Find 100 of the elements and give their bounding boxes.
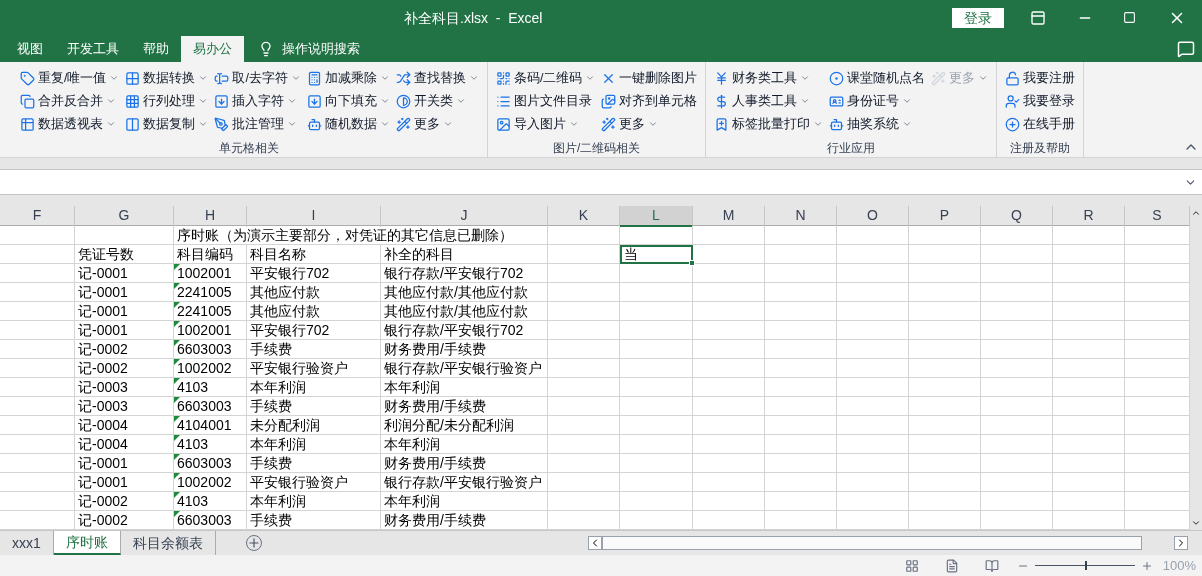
table-cell [765, 378, 837, 398]
page-break-icon[interactable] [984, 558, 999, 573]
table-cell: 本年利润 [381, 492, 548, 512]
table-cell: 平安银行验资户 [247, 473, 381, 493]
ribbon-button[interactable]: 插入字符 [212, 89, 303, 113]
ribbon-button[interactable]: 图片文件目录 [493, 89, 598, 113]
table-cell [909, 378, 981, 398]
table-cell: 银行存款/平安银行验资户 [381, 473, 548, 493]
ribbon-button[interactable]: 向下填充 [304, 89, 392, 113]
table-cell [909, 340, 981, 360]
table-cell: 银行存款/平安银行702 [381, 321, 548, 341]
arrow-down-icon [214, 93, 230, 109]
ribbon-button[interactable]: 标签批量打印 [712, 112, 826, 136]
table-cell [693, 283, 765, 303]
table-cell [765, 435, 837, 455]
tell-me-field[interactable]: 操作说明搜索 [258, 35, 360, 62]
table-cell [981, 340, 1053, 360]
group-label: 注册及帮助 [1009, 139, 1072, 157]
table-cell [1053, 416, 1125, 436]
table-cell [548, 492, 620, 512]
ribbon-button[interactable]: 数据复制 [123, 112, 211, 136]
table-cell: 记-0001 [75, 302, 174, 322]
ribbon-button[interactable]: 重复/唯一值 [18, 66, 122, 90]
table-cell: 6603003 [174, 454, 247, 474]
zoom-in-icon[interactable] [1140, 559, 1153, 572]
group-label: 单元格相关 [218, 139, 281, 157]
zoom-slider[interactable] [1034, 560, 1135, 571]
table-cell: 其他应付款 [247, 302, 381, 322]
ribbon-button[interactable]: 我要注册 [1003, 66, 1078, 90]
table-cell: 利润分配/未分配利润 [381, 416, 548, 436]
column-header[interactable]: I [247, 206, 381, 228]
table-cell [548, 359, 620, 379]
table-cell: 财务费用/手续费 [381, 340, 548, 360]
login-button[interactable]: 登录 [952, 7, 1004, 28]
table-cell [1053, 454, 1125, 474]
zoom-thumb[interactable] [1084, 561, 1087, 571]
column-header[interactable]: L [620, 206, 693, 228]
menu-tab[interactable]: 视图 [5, 35, 55, 62]
sheet-title: 序时账（为演示主要部分，对凭证的其它信息已删除） [174, 226, 548, 246]
table-cell: 记-0003 [75, 378, 174, 398]
table-cell [765, 340, 837, 360]
ribbon-button[interactable]: 随机数据 [304, 112, 392, 136]
table-cell [909, 435, 981, 455]
column-header[interactable]: R [1053, 206, 1125, 228]
column-header[interactable]: G [75, 206, 174, 228]
ribbon-button[interactable]: 对齐到单元格 [599, 89, 700, 113]
scroll-right-icon[interactable] [1174, 536, 1188, 551]
ribbon-button[interactable]: 开关类 [393, 89, 481, 113]
ribbon-button[interactable]: 身份证号 [827, 89, 928, 113]
ribbon-button[interactable]: 人事类工具 [712, 89, 826, 113]
table-cell: 手续费 [247, 454, 381, 474]
ribbon-button[interactable]: 一键删除图片 [599, 66, 700, 90]
menu-tab[interactable]: 开发工具 [55, 35, 131, 62]
table-cell: 6603003 [174, 397, 247, 417]
sheet-tab[interactable]: 序时账 [53, 531, 121, 556]
column-header[interactable]: Q [981, 206, 1053, 228]
ribbon-button[interactable]: 更多 [393, 112, 481, 136]
ribbon-button[interactable]: 在线手册 [1003, 112, 1078, 136]
ribbon-button[interactable]: 我要登录 [1003, 89, 1078, 113]
table-cell [693, 416, 765, 436]
column-header[interactable]: F [0, 206, 75, 228]
ribbon-button[interactable]: 条码/二维码 [493, 66, 598, 90]
ribbon-button[interactable]: 导入图片 [493, 112, 598, 136]
page-layout-icon[interactable] [944, 558, 959, 573]
table-cell [981, 321, 1053, 341]
bookmark-icon [714, 116, 730, 132]
ribbon-button[interactable]: 批注管理 [212, 112, 303, 136]
ribbon-button[interactable]: 查找替换 [393, 66, 481, 90]
ribbon-button[interactable]: 财务类工具 [712, 66, 826, 90]
ribbon-button[interactable]: 数据转换 [123, 66, 211, 90]
column-header[interactable]: P [909, 206, 981, 228]
normal-view-icon[interactable] [904, 558, 919, 573]
column-header[interactable]: J [381, 206, 548, 228]
column-header[interactable]: M [693, 206, 765, 228]
ribbon-button[interactable]: 课堂随机点名 [827, 66, 928, 90]
table-cell: 记-0001 [75, 473, 174, 493]
maximize-icon[interactable] [1123, 11, 1136, 25]
active-cell[interactable]: 当 [620, 245, 693, 265]
table-cell [548, 264, 620, 284]
scroll-left-icon[interactable] [588, 536, 602, 551]
ribbon-button[interactable]: 行列处理 [123, 89, 211, 113]
ribbon-button[interactable]: 数据透视表 [18, 112, 122, 136]
table-cell: 手续费 [247, 397, 381, 417]
column-header[interactable]: H [174, 206, 247, 228]
comment-icon[interactable] [1177, 39, 1195, 58]
ribbon-button[interactable]: 更多 [599, 112, 700, 136]
menu-tab[interactable]: 易办公 [181, 35, 244, 62]
table-cell [981, 359, 1053, 379]
horizontal-scrollbar[interactable] [602, 536, 1142, 551]
ribbon-button[interactable]: 合并反合并 [18, 89, 122, 113]
ribbon-button[interactable]: 抽奖系统 [827, 112, 928, 136]
table-cell [981, 473, 1053, 493]
column-header[interactable]: O [837, 206, 909, 228]
column-header[interactable]: N [765, 206, 837, 228]
table-cell [837, 473, 909, 493]
ribbon-display-icon[interactable] [1030, 9, 1046, 26]
table-cell: 平安银行702 [247, 264, 381, 284]
ribbon-button[interactable]: 取/去字符 [212, 66, 303, 90]
ribbon-button[interactable]: 加减乘除 [304, 66, 392, 90]
menu-tab[interactable]: 帮助 [131, 35, 181, 62]
